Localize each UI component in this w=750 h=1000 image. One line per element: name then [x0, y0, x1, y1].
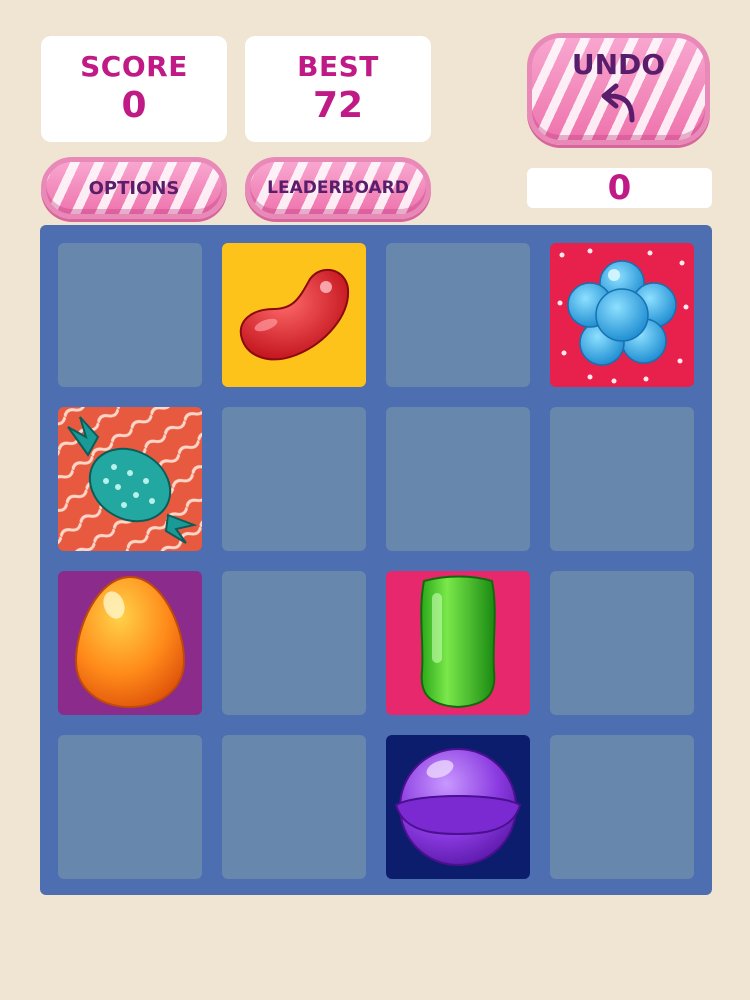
- leaderboard-button[interactable]: LEADERBOARD: [245, 157, 431, 219]
- options-button[interactable]: OPTIONS: [41, 157, 227, 219]
- tile-blue-flower-candy: [550, 243, 694, 387]
- game-board[interactable]: [40, 225, 712, 895]
- blue-flower-candy-icon: [557, 248, 689, 384]
- teal-wrapped-candy-icon: [58, 407, 202, 551]
- undo-button[interactable]: UNDO: [527, 33, 710, 145]
- tile-green-jelly-candy: [386, 571, 530, 715]
- red-jellybean-icon: [239, 269, 350, 361]
- empty-cell: [222, 571, 366, 715]
- score-label: SCORE: [80, 50, 188, 83]
- empty-cell: [550, 407, 694, 551]
- undo-label: UNDO: [571, 48, 666, 81]
- empty-cell: [58, 243, 202, 387]
- best-score-panel: BEST 72: [245, 36, 431, 142]
- green-jelly-candy-icon: [420, 575, 496, 709]
- undo-arrow-icon: [601, 83, 634, 123]
- options-label: OPTIONS: [88, 177, 180, 199]
- empty-cell: [386, 243, 530, 387]
- tile-teal-wrapped-candy: [58, 407, 202, 551]
- tile-red-jellybean: [222, 243, 366, 387]
- best-label: BEST: [297, 50, 379, 83]
- score-panel: SCORE 0: [41, 36, 227, 142]
- empty-cell: [222, 735, 366, 879]
- empty-cell: [550, 735, 694, 879]
- tile-purple-lollipop-candy: [386, 735, 530, 879]
- best-value: 72: [312, 85, 364, 126]
- orange-egg-candy-icon: [74, 575, 186, 709]
- tile-orange-egg-candy: [58, 571, 202, 715]
- undo-count-display: 0: [527, 168, 712, 208]
- leaderboard-label: LEADERBOARD: [267, 178, 409, 198]
- empty-cell: [58, 735, 202, 879]
- purple-lollipop-candy-icon: [394, 748, 522, 866]
- undo-count-value: 0: [607, 168, 632, 208]
- empty-cell: [222, 407, 366, 551]
- score-value: 0: [121, 85, 147, 126]
- empty-cell: [550, 571, 694, 715]
- empty-cell: [386, 407, 530, 551]
